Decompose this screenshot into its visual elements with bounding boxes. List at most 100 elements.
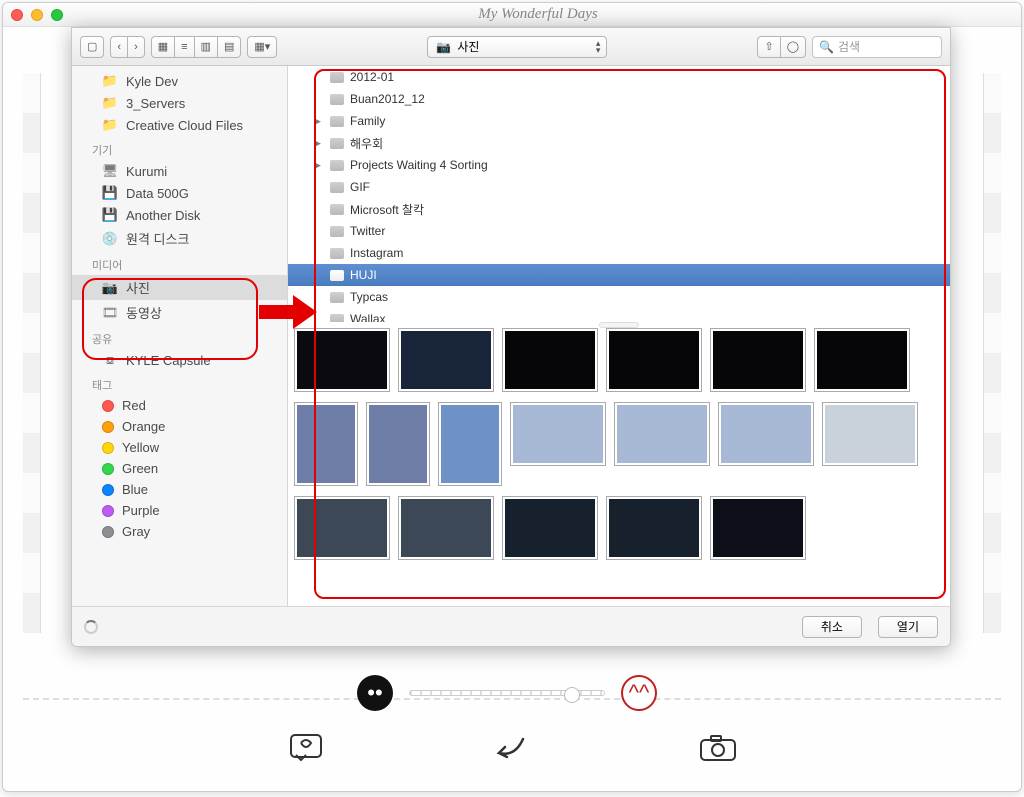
- sidebar-item[interactable]: 💾Another Disk: [72, 204, 287, 226]
- folder-icon: [330, 160, 344, 171]
- hdd-icon: 💾: [102, 207, 118, 223]
- folder-row[interactable]: Microsoft 찰칵: [288, 198, 950, 220]
- sidebar-item[interactable]: 📁 Creative Cloud Files: [72, 114, 287, 136]
- photo-thumbnail[interactable]: [710, 328, 806, 392]
- folder-row[interactable]: ▶ Projects Waiting 4 Sorting: [288, 154, 950, 176]
- photo-thumbnail[interactable]: [814, 328, 910, 392]
- folder-name: 해우회: [350, 135, 383, 152]
- folder-icon: [330, 204, 344, 215]
- sidebar-header-media: 미디어: [72, 251, 287, 275]
- path-popup[interactable]: 📷 사진 ▴▾: [427, 36, 607, 58]
- open-button[interactable]: 열기: [878, 616, 938, 638]
- folder-icon: [330, 94, 344, 105]
- list-view-button[interactable]: ≡: [174, 36, 193, 58]
- photo-thumbnail[interactable]: [606, 496, 702, 560]
- sidebar-item[interactable]: 💿 원격 디스크: [72, 226, 287, 251]
- sidebar-item-사진[interactable]: 📷사진: [72, 275, 287, 300]
- photo-thumbnail[interactable]: [710, 496, 806, 560]
- mood-slider-row: •• ^^: [357, 675, 657, 711]
- photo-thumbnail[interactable]: [510, 402, 606, 466]
- folder-row[interactable]: Twitter: [288, 220, 950, 242]
- sidebar-item-label: KYLE Capsule: [126, 353, 211, 368]
- sidebar-item-label: Yellow: [122, 440, 159, 455]
- disc-icon: 💿: [102, 231, 118, 247]
- sidebar-item-label: 사진: [126, 278, 150, 297]
- sidebar-item[interactable]: 🖥Kurumi: [72, 160, 287, 182]
- disclosure-triangle-icon[interactable]: ▶: [314, 116, 324, 127]
- gallery-view-button[interactable]: ▤: [217, 36, 241, 58]
- folder-row[interactable]: GIF: [288, 176, 950, 198]
- sidebar-item-label: Kyle Dev: [126, 74, 178, 89]
- share-button[interactable]: ⇧: [757, 36, 779, 58]
- sidebar-item-label: 원격 디스크: [126, 229, 189, 248]
- sidebar[interactable]: 📁Kyle Dev📁3_Servers📁Creative Cloud Files…: [72, 66, 288, 606]
- split-handle[interactable]: [599, 322, 639, 328]
- sidebar-item[interactable]: 💾Data 500G: [72, 182, 287, 204]
- folder-row[interactable]: HUJI: [288, 264, 950, 286]
- sidebar-item-label: Creative Cloud Files: [126, 118, 243, 133]
- photo-thumbnail[interactable]: [294, 328, 390, 392]
- popup-arrows-icon: ▴▾: [596, 40, 601, 54]
- sidebar-tag-item[interactable]: Green: [72, 458, 287, 479]
- back-button[interactable]: ‹: [110, 36, 127, 58]
- folder-row[interactable]: Typcas: [288, 286, 950, 308]
- disclosure-triangle-icon[interactable]: ▶: [314, 160, 324, 171]
- search-field[interactable]: 🔍 검색: [812, 36, 942, 58]
- close-window-button[interactable]: [11, 9, 23, 21]
- tags-button[interactable]: ◯: [780, 36, 806, 58]
- camera-button[interactable]: [698, 728, 738, 768]
- happy-face-icon: ^^: [621, 675, 657, 711]
- sidebar-item-label: 동영상: [126, 303, 162, 322]
- photo-thumbnail[interactable]: [398, 328, 494, 392]
- folder-row[interactable]: 2012-01: [288, 66, 950, 88]
- main-pane: 2012-01Buan2012_12▶Family▶해우회▶Projects W…: [288, 66, 950, 606]
- sidebar-tag-item[interactable]: Gray: [72, 521, 287, 542]
- sidebar-item-동영상[interactable]: 🎞동영상: [72, 300, 287, 325]
- folder-row[interactable]: Wallax: [288, 308, 950, 322]
- photo-thumbnail[interactable]: [502, 496, 598, 560]
- folder-icon: 📁: [102, 117, 118, 133]
- sidebar-tag-item[interactable]: Blue: [72, 479, 287, 500]
- mood-slider[interactable]: [409, 690, 605, 696]
- photo-thumbnail[interactable]: [294, 496, 390, 560]
- icon-view-button[interactable]: ▦: [151, 36, 174, 58]
- photo-thumbnail[interactable]: [822, 402, 918, 466]
- sidebar-tag-item[interactable]: Red: [72, 395, 287, 416]
- photo-thumbnail[interactable]: [502, 328, 598, 392]
- folder-icon: 📁: [102, 95, 118, 111]
- photo-thumbnail[interactable]: [366, 402, 430, 486]
- minimize-window-button[interactable]: [31, 9, 43, 21]
- column-view-button[interactable]: ▥: [194, 36, 217, 58]
- reply-button[interactable]: [492, 728, 532, 768]
- photo-thumbnail[interactable]: [294, 402, 358, 486]
- photo-thumbnail[interactable]: [614, 402, 710, 466]
- zoom-window-button[interactable]: [51, 9, 63, 21]
- sidebar-tag-item[interactable]: Yellow: [72, 437, 287, 458]
- cancel-button[interactable]: 취소: [802, 616, 862, 638]
- sidebar-item[interactable]: ⧇KYLE Capsule: [72, 349, 287, 371]
- folder-name: Projects Waiting 4 Sorting: [350, 158, 488, 172]
- sidebar-header-shared: 공유: [72, 325, 287, 349]
- sidebar-tag-item[interactable]: Purple: [72, 500, 287, 521]
- toggle-sidebar-button[interactable]: ▢: [80, 36, 104, 58]
- disclosure-triangle-icon[interactable]: ▶: [314, 138, 324, 149]
- sidebar-item[interactable]: 📁Kyle Dev: [72, 70, 287, 92]
- folder-list[interactable]: 2012-01Buan2012_12▶Family▶해우회▶Projects W…: [288, 66, 950, 322]
- sidebar-tag-item[interactable]: Orange: [72, 416, 287, 437]
- photo-thumbnail[interactable]: [438, 402, 502, 486]
- photo-thumbnail[interactable]: [718, 402, 814, 466]
- folder-row[interactable]: ▶Family: [288, 110, 950, 132]
- camera-icon: 📷: [436, 40, 451, 54]
- action-group: ⇧ ◯: [757, 36, 806, 58]
- folder-row[interactable]: Buan2012_12: [288, 88, 950, 110]
- forward-button[interactable]: ›: [127, 36, 145, 58]
- favorite-button[interactable]: [286, 728, 326, 768]
- folder-row[interactable]: ▶ 해우회: [288, 132, 950, 154]
- photo-thumbnail[interactable]: [606, 328, 702, 392]
- arrange-button[interactable]: ▦▾: [247, 36, 277, 58]
- folder-row[interactable]: Instagram: [288, 242, 950, 264]
- photo-thumbnail[interactable]: [398, 496, 494, 560]
- sidebar-item[interactable]: 📁3_Servers: [72, 92, 287, 114]
- thumbnail-grid[interactable]: [288, 322, 950, 606]
- bottom-toolbar: [3, 728, 1021, 768]
